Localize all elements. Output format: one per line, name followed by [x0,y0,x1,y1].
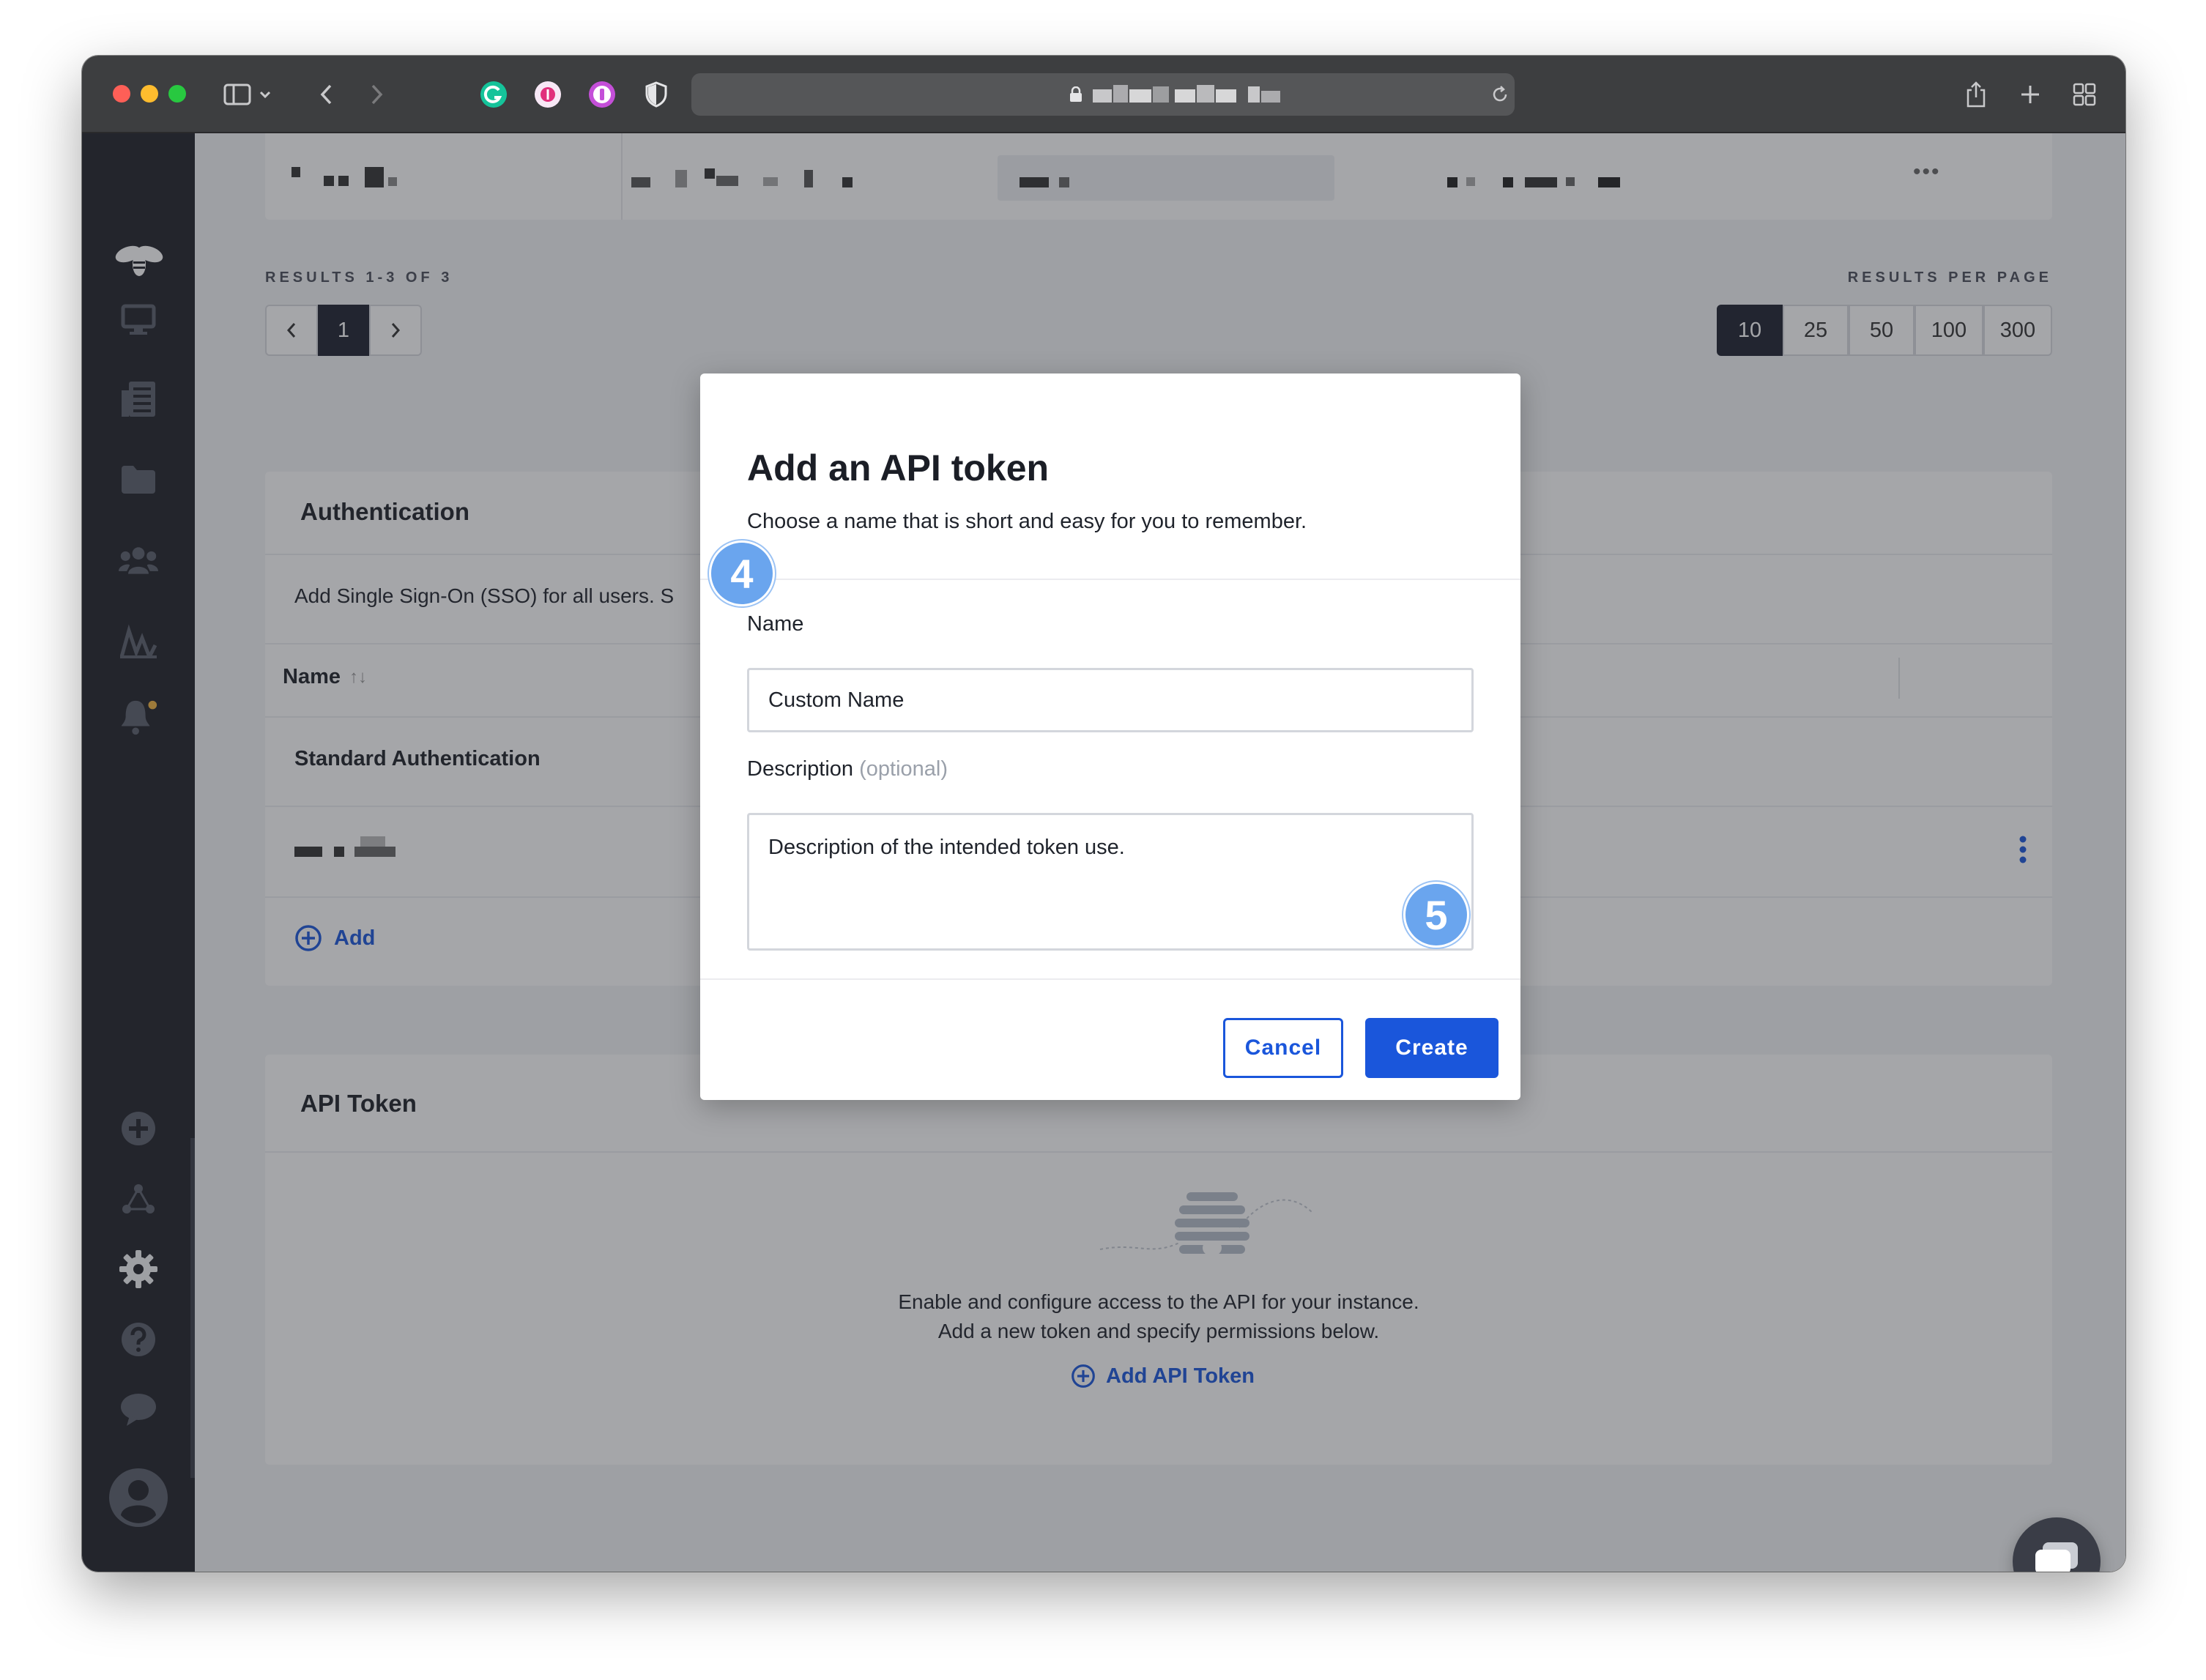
sidebar-toggle-icon[interactable] [221,76,253,113]
grammarly-extension-icon[interactable] [478,76,510,113]
tab-overview-icon[interactable] [2070,76,2099,113]
close-window-button[interactable] [113,85,130,103]
step-4-badge: 4 [709,540,775,606]
zoom-window-button[interactable] [168,85,186,103]
modal-title: Add an API token [747,447,1050,488]
description-field-label: Description (optional) [747,757,948,781]
new-tab-icon[interactable] [2016,76,2045,113]
share-icon[interactable] [1961,76,1991,113]
lock-icon [1069,86,1082,106]
name-input[interactable]: Custom Name [747,668,1474,732]
chat-widget-icon [2035,1542,2078,1572]
reload-icon[interactable] [1491,86,1509,107]
browser-toolbar [82,56,2125,133]
chevron-down-icon[interactable] [256,76,274,113]
app-area: ••• RESULTS 1-3 OF 3 1 RESULTS PER PAGE … [82,133,2125,1572]
modal-subtitle: Choose a name that is short and easy for… [747,510,1307,533]
address-bar[interactable] [691,73,1515,116]
optional-hint: (optional) [859,757,948,781]
shield-icon[interactable] [640,76,672,113]
name-field-label: Name [747,612,804,636]
description-label-text: Description [747,757,854,781]
forward-icon[interactable] [366,76,388,113]
browser-window: ••• RESULTS 1-3 OF 3 1 RESULTS PER PAGE … [82,56,2125,1572]
description-textarea[interactable]: Description of the intended token use. [747,813,1474,951]
notification-extension-icon[interactable] [532,76,564,113]
step-5-badge: 5 [1403,882,1469,948]
minimize-window-button[interactable] [141,85,158,103]
create-button[interactable]: Create [1365,1018,1498,1078]
password-manager-icon[interactable] [586,76,618,113]
back-icon[interactable] [315,76,337,113]
add-api-token-modal: Add an API token Choose a name that is s… [700,373,1520,1100]
cancel-button[interactable]: Cancel [1223,1018,1343,1078]
